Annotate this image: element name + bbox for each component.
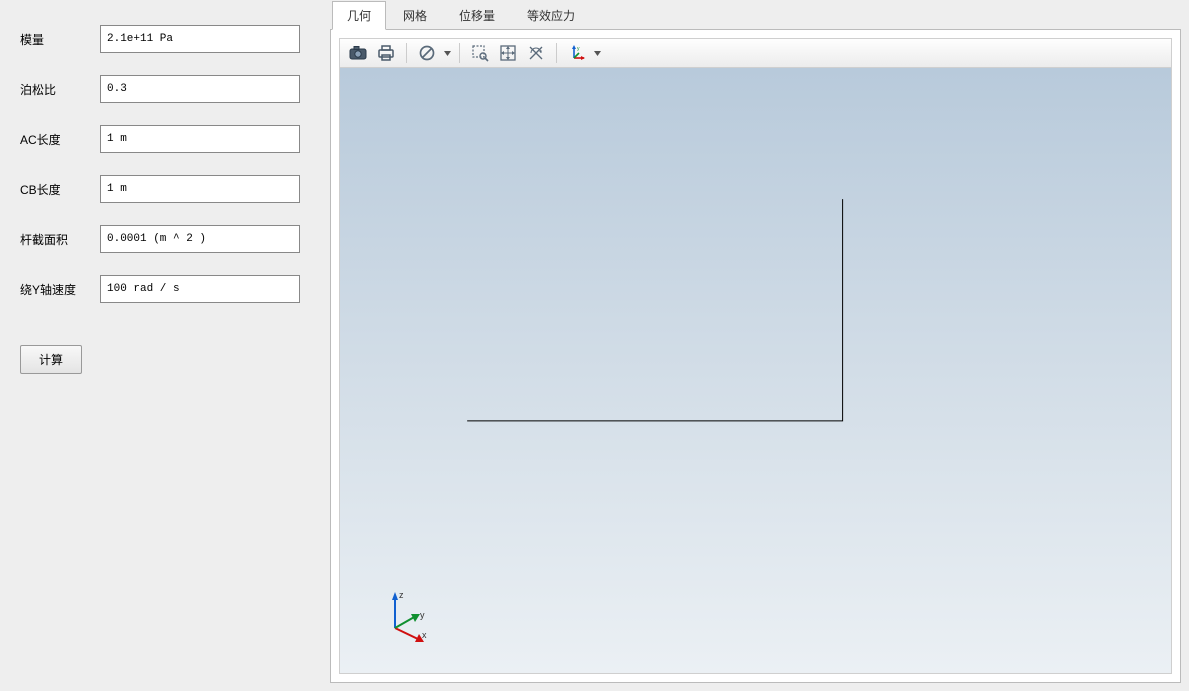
- no-symbol-icon[interactable]: [415, 41, 439, 65]
- svg-text:y: y: [577, 46, 580, 52]
- input-ac-length[interactable]: [100, 125, 300, 153]
- input-modulus[interactable]: [100, 25, 300, 53]
- svg-text:z: z: [399, 590, 404, 600]
- viewer-panel: 几何 网格 位移量 等效应力: [328, 0, 1189, 691]
- axis-triad-icon: z x y: [380, 588, 440, 643]
- fit-view-icon[interactable]: [496, 41, 520, 65]
- tab-geometry[interactable]: 几何: [332, 1, 386, 30]
- toolbar-separator: [459, 43, 460, 63]
- label-angular-vel: 绕Y轴速度: [20, 281, 100, 298]
- dropdown-icon[interactable]: [443, 51, 451, 56]
- input-area[interactable]: [100, 225, 300, 253]
- geometry-shape: [340, 68, 1171, 673]
- calculate-button[interactable]: 计算: [20, 345, 82, 374]
- label-ac-length: AC长度: [20, 131, 100, 148]
- viewer-frame: y z x y: [330, 29, 1181, 683]
- label-modulus: 模量: [20, 31, 100, 48]
- toolbar-separator: [556, 43, 557, 63]
- tab-mesh[interactable]: 网格: [388, 1, 442, 30]
- parameters-panel: 模量 泊松比 AC长度 CB长度 杆截面积 绕Y轴速度 计算: [0, 0, 328, 691]
- input-poisson[interactable]: [100, 75, 300, 103]
- zoom-window-icon[interactable]: [468, 41, 492, 65]
- viewport-canvas[interactable]: z x y: [339, 68, 1172, 674]
- label-cb-length: CB长度: [20, 181, 100, 198]
- toolbar-separator: [406, 43, 407, 63]
- tab-displacement[interactable]: 位移量: [444, 1, 510, 30]
- camera-icon[interactable]: [346, 41, 370, 65]
- input-angular-vel[interactable]: [100, 275, 300, 303]
- tab-bar: 几何 网格 位移量 等效应力: [330, 2, 1181, 30]
- rotate-view-icon[interactable]: [524, 41, 548, 65]
- viewer-toolbar: y: [339, 38, 1172, 68]
- print-icon[interactable]: [374, 41, 398, 65]
- axes-icon[interactable]: y: [565, 41, 589, 65]
- label-area: 杆截面积: [20, 231, 100, 248]
- dropdown-icon[interactable]: [593, 51, 601, 56]
- svg-text:y: y: [420, 610, 425, 620]
- svg-text:x: x: [422, 630, 427, 640]
- input-cb-length[interactable]: [100, 175, 300, 203]
- label-poisson: 泊松比: [20, 81, 100, 98]
- tab-stress[interactable]: 等效应力: [512, 1, 590, 30]
